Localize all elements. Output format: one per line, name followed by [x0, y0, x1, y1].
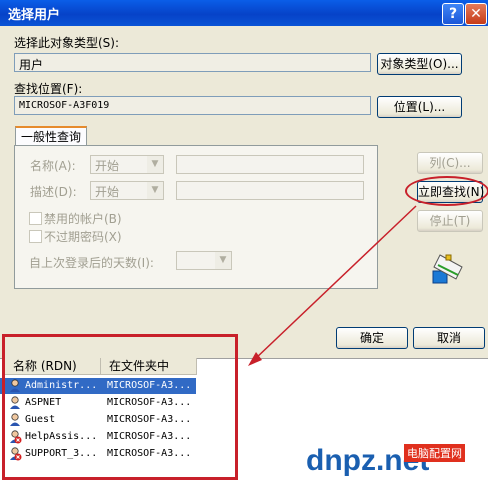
chevron-down-icon: ▼	[147, 182, 163, 199]
location-field: MICROSOF-A3F019	[14, 96, 371, 115]
chevron-down-icon: ▼	[147, 156, 163, 173]
search-flashlight-icon	[432, 254, 463, 284]
window-title: 选择用户	[8, 8, 61, 23]
description-operator-select[interactable]: 开始 ▼	[90, 181, 164, 200]
description-label: 描述(D):	[30, 185, 77, 199]
stop-button[interactable]: 停止(T)	[417, 210, 483, 232]
location-label: 查找位置(F):	[14, 82, 83, 96]
help-button[interactable]: ?	[442, 3, 464, 25]
cancel-button[interactable]: 取消	[413, 327, 485, 349]
name-input[interactable]	[176, 155, 364, 174]
days-since-login-select[interactable]: ▼	[176, 251, 232, 270]
chevron-down-icon: ▼	[215, 252, 231, 269]
watermark: dnpz.net 电脑配置网	[300, 440, 488, 486]
object-types-button[interactable]: 对象类型(O)...	[377, 53, 462, 75]
annotation-arrow	[248, 205, 417, 366]
days-since-login-label: 自上次登录后的天数(I):	[29, 256, 154, 270]
name-operator-select[interactable]: 开始 ▼	[90, 155, 164, 174]
disabled-accounts-checkbox[interactable]	[29, 212, 42, 225]
non-expiring-password-label: 不过期密码(X)	[44, 230, 122, 244]
non-expiring-password-checkbox[interactable]	[29, 230, 42, 243]
watermark-subtitle: 电脑配置网	[404, 444, 465, 462]
columns-button[interactable]: 列(C)...	[417, 152, 483, 174]
results-highlight-box	[2, 334, 238, 480]
locations-button[interactable]: 位置(L)...	[377, 96, 462, 118]
description-operator-value: 开始	[95, 185, 120, 199]
name-operator-value: 开始	[95, 159, 120, 173]
object-type-field: 用户	[14, 53, 371, 72]
description-input[interactable]	[176, 181, 364, 200]
name-label: 名称(A):	[30, 159, 76, 173]
disabled-accounts-label: 禁用的帐户(B)	[44, 212, 122, 226]
title-bar: 选择用户 ? ✕	[0, 0, 488, 26]
close-button[interactable]: ✕	[465, 3, 487, 25]
object-type-label: 选择此对象类型(S):	[14, 36, 120, 50]
